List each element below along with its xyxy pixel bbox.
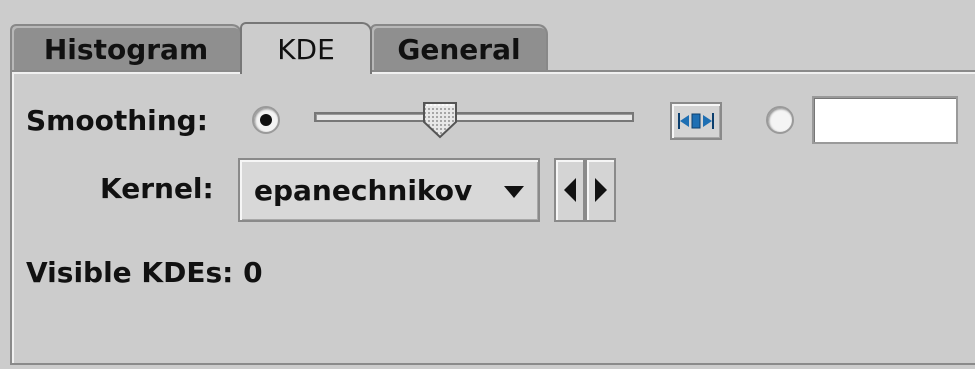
kernel-next-button[interactable] (585, 158, 616, 222)
kernel-select[interactable]: epanechnikov (238, 158, 540, 222)
smoothing-label: Smoothing: (26, 104, 208, 137)
tab-label: Histogram (43, 32, 209, 66)
smoothing-text-radio[interactable] (766, 106, 794, 134)
kernel-stepper[interactable] (554, 158, 616, 222)
smoothing-slider-thumb[interactable] (420, 100, 460, 140)
tab-label: General (397, 32, 521, 66)
kernel-prev-button[interactable] (554, 158, 585, 222)
smoothing-slider-track[interactable] (314, 112, 634, 122)
smoothing-value-field[interactable] (812, 96, 958, 144)
smoothing-slider-radio[interactable] (252, 106, 280, 134)
visible-kdes-label: Visible KDEs: 0 (26, 256, 263, 289)
kernel-selected-value: epanechnikov (254, 174, 473, 207)
kernel-label: Kernel: (100, 172, 214, 205)
tab-kde[interactable]: KDE (240, 22, 372, 74)
radio-selected-dot (260, 114, 272, 126)
chevron-down-icon (504, 186, 524, 198)
tab-label: KDE (277, 32, 335, 66)
tab-general[interactable]: General (370, 24, 548, 72)
triangle-right-icon (594, 178, 607, 202)
smoothing-reset-button[interactable] (670, 102, 722, 140)
fit-width-icon (678, 113, 714, 129)
triangle-left-icon (563, 178, 576, 202)
tab-histogram[interactable]: Histogram (10, 24, 242, 72)
kde-settings-window: Histogram General KDE Smoothing: Kernel:… (0, 0, 975, 369)
